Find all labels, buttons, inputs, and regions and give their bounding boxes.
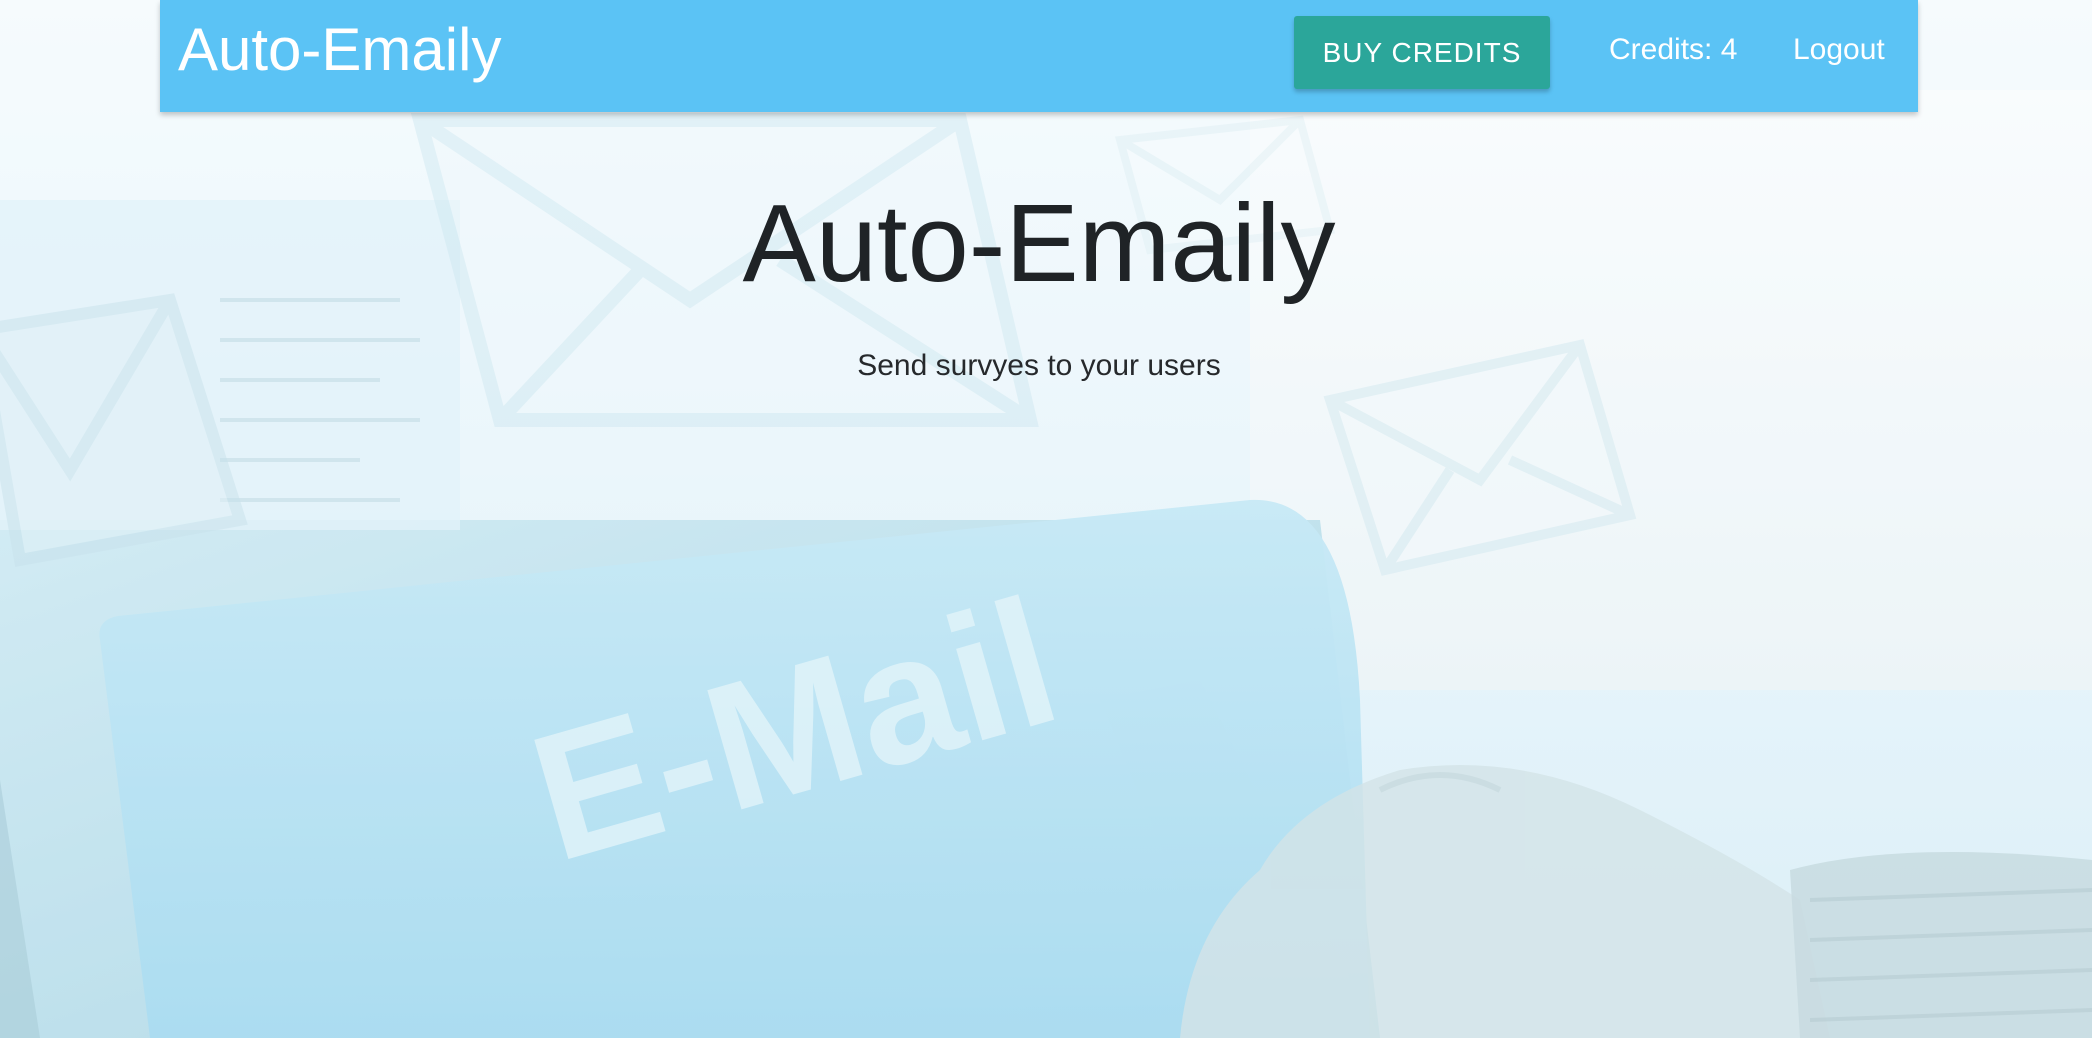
page-title: Auto-Emaily (742, 182, 1336, 305)
top-navbar: Auto-Emaily BUY CREDITS Credits: 4 Logou… (160, 0, 1918, 112)
brand-logo-link[interactable]: Auto-Emaily (178, 14, 501, 86)
credits-count: Credits: 4 (1609, 33, 1738, 66)
logout-link[interactable]: Logout (1793, 28, 1885, 72)
landing-page: E-Mail Auto-Emaily BUY CREDITS Credits: … (0, 0, 2092, 1038)
background-image: E-Mail (0, 0, 2092, 1038)
page-subtitle: Send survyes to your users (857, 349, 1221, 382)
buy-credits-button[interactable]: BUY CREDITS (1294, 16, 1550, 89)
